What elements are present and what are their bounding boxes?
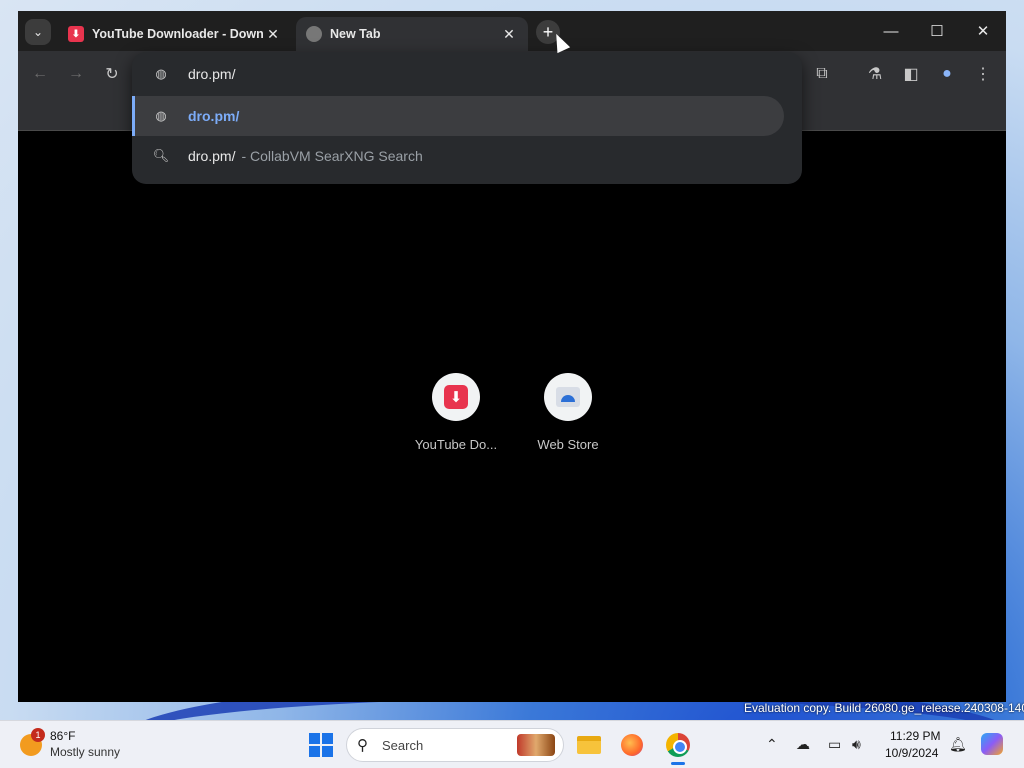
labs-flask-icon[interactable]: ⚗ [862,61,888,87]
close-icon[interactable]: ✕ [264,26,282,43]
clock-time[interactable]: 11:29 PM [890,729,940,743]
network-icon[interactable]: ▭ [828,736,841,753]
suggestion-text: dro.pm/ - CollabVM SearXNG Search [188,148,423,164]
tab-search-button[interactable]: ⌄ [25,19,51,45]
evaluation-watermark: Evaluation copy. Build 26080.ge_release.… [744,701,1024,715]
weather-badge: 1 [31,728,45,742]
shortcut-tile: ⬇ [432,373,480,421]
bell-icon[interactable]: 🔔︎ [949,736,967,753]
profile-avatar-icon[interactable]: ● [934,61,960,87]
cloud-offline-icon[interactable]: ☁ [796,736,810,753]
omnibox-input[interactable]: ◍ dro.pm/ [132,52,802,96]
suggestion-search[interactable]: 🔍︎ dro.pm/ - CollabVM SearXNG Search [132,136,784,176]
chevron-up-icon[interactable]: ⌃ [766,736,778,753]
start-windows-icon[interactable] [309,733,333,757]
suggestion-main: dro.pm/ [188,108,240,124]
globe-icon [306,26,322,42]
minimize-icon[interactable]: — [876,19,906,43]
shortcut-label: YouTube Do... [414,437,498,452]
tab-title: YouTube Downloader - Downlo [92,27,264,41]
taskbar: 1 86°F Mostly sunny ⚲ Search ⌃ ☁ ▭ 🔊︎ 11… [0,720,1024,768]
side-panel-icon[interactable]: ◧ [898,61,924,87]
shortcut-label: Web Store [537,437,599,452]
close-icon[interactable]: ✕ [500,26,518,43]
globe-icon: ◍ [155,66,167,81]
selection-indicator [132,96,135,136]
shortcut-youtube-downloader[interactable]: ⬇ YouTube Do... [411,373,501,452]
window-close-icon[interactable]: ✕ [968,19,998,43]
search-icon: 🔍︎ [152,148,170,163]
web-store-icon [556,387,580,407]
extensions-icon[interactable]: ⧉ [809,61,835,87]
youtube-downloader-icon: ⬇ [444,385,468,409]
file-explorer-icon[interactable] [575,731,603,759]
reload-icon[interactable]: ↻ [99,61,125,87]
search-label: Search [382,738,424,753]
search-icon: ⚲ [357,737,368,754]
suggestion-main: dro.pm/ [188,148,236,164]
weather-condition[interactable]: Mostly sunny [50,745,120,759]
menu-kebab-icon[interactable]: ⋮ [970,61,996,87]
taskbar-search[interactable]: ⚲ Search [346,728,564,762]
globe-icon: ◍ [155,108,167,123]
maximize-icon[interactable]: ☐ [922,19,952,43]
weather-temp[interactable]: 86°F [50,729,75,743]
tab-strip: ⌄ ⬇ YouTube Downloader - Downlo ✕ New Ta… [18,11,1006,51]
copilot-icon[interactable] [981,733,1003,755]
search-highlight-image [517,734,555,756]
active-app-indicator [671,762,685,765]
omnibox-dropdown: ◍ dro.pm/ ◍ dro.pm/ 🔍︎ dro.pm/ - CollabVM… [132,52,802,184]
forward-arrow-icon[interactable]: → [63,61,89,87]
suggestion-url[interactable]: ◍ dro.pm/ [132,96,784,136]
shortcut-web-store[interactable]: Web Store [523,373,613,452]
volume-icon[interactable]: 🔊︎ [852,736,861,753]
firefox-icon[interactable] [618,731,646,759]
chrome-icon[interactable] [664,731,692,759]
back-arrow-icon[interactable]: ← [27,61,53,87]
download-icon: ⬇ [68,26,84,42]
browser-window: ⌄ ⬇ YouTube Downloader - Downlo ✕ New Ta… [18,11,1006,702]
tab-title: New Tab [330,27,381,41]
suggestion-desc: - CollabVM SearXNG Search [241,148,423,164]
clock-date[interactable]: 10/9/2024 [885,746,938,760]
shortcut-tile [544,373,592,421]
omnibox-value: dro.pm/ [188,66,236,82]
tab-new-tab[interactable]: New Tab ✕ [296,17,528,51]
tab-youtube-downloader[interactable]: ⬇ YouTube Downloader - Downlo ✕ [58,17,292,51]
